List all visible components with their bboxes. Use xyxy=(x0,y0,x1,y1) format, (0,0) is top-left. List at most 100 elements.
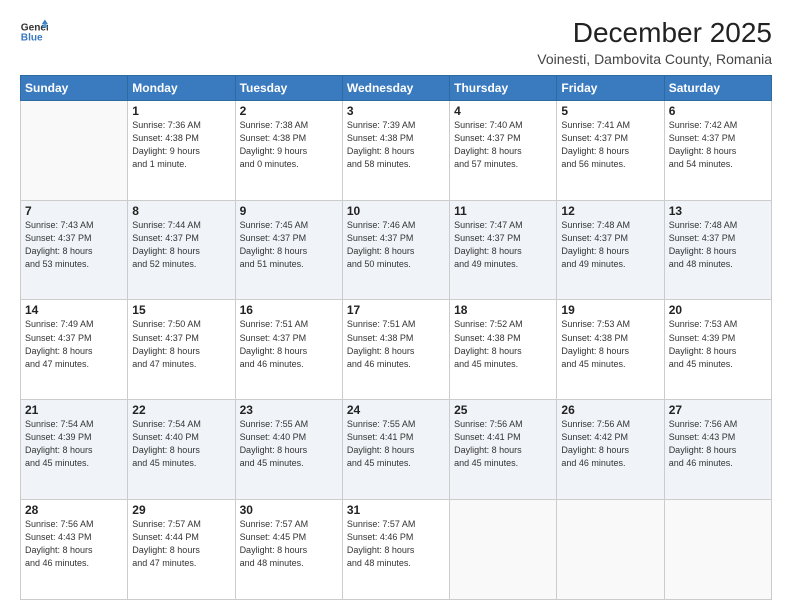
day-info: Sunrise: 7:44 AM Sunset: 4:37 PM Dayligh… xyxy=(132,219,230,271)
day-info: Sunrise: 7:53 AM Sunset: 4:38 PM Dayligh… xyxy=(561,318,659,370)
calendar-header-row: SundayMondayTuesdayWednesdayThursdayFrid… xyxy=(21,75,772,100)
day-number: 7 xyxy=(25,204,123,218)
day-number: 14 xyxy=(25,303,123,317)
day-info: Sunrise: 7:36 AM Sunset: 4:38 PM Dayligh… xyxy=(132,119,230,171)
calendar-cell: 11Sunrise: 7:47 AM Sunset: 4:37 PM Dayli… xyxy=(450,200,557,300)
day-number: 10 xyxy=(347,204,445,218)
calendar-week-1: 1Sunrise: 7:36 AM Sunset: 4:38 PM Daylig… xyxy=(21,100,772,200)
calendar-cell: 26Sunrise: 7:56 AM Sunset: 4:42 PM Dayli… xyxy=(557,400,664,500)
calendar-cell xyxy=(664,500,771,600)
day-number: 25 xyxy=(454,403,552,417)
calendar-cell: 18Sunrise: 7:52 AM Sunset: 4:38 PM Dayli… xyxy=(450,300,557,400)
day-info: Sunrise: 7:50 AM Sunset: 4:37 PM Dayligh… xyxy=(132,318,230,370)
day-number: 30 xyxy=(240,503,338,517)
header: General Blue December 2025 Voinesti, Dam… xyxy=(20,18,772,67)
day-number: 19 xyxy=(561,303,659,317)
day-number: 2 xyxy=(240,104,338,118)
calendar-cell xyxy=(21,100,128,200)
day-info: Sunrise: 7:51 AM Sunset: 4:37 PM Dayligh… xyxy=(240,318,338,370)
day-number: 24 xyxy=(347,403,445,417)
day-number: 13 xyxy=(669,204,767,218)
day-info: Sunrise: 7:56 AM Sunset: 4:43 PM Dayligh… xyxy=(669,418,767,470)
day-number: 21 xyxy=(25,403,123,417)
day-info: Sunrise: 7:56 AM Sunset: 4:43 PM Dayligh… xyxy=(25,518,123,570)
calendar-cell: 29Sunrise: 7:57 AM Sunset: 4:44 PM Dayli… xyxy=(128,500,235,600)
day-number: 18 xyxy=(454,303,552,317)
logo: General Blue xyxy=(20,18,48,46)
day-number: 11 xyxy=(454,204,552,218)
day-info: Sunrise: 7:46 AM Sunset: 4:37 PM Dayligh… xyxy=(347,219,445,271)
day-number: 22 xyxy=(132,403,230,417)
calendar-cell: 24Sunrise: 7:55 AM Sunset: 4:41 PM Dayli… xyxy=(342,400,449,500)
day-info: Sunrise: 7:49 AM Sunset: 4:37 PM Dayligh… xyxy=(25,318,123,370)
day-number: 26 xyxy=(561,403,659,417)
day-info: Sunrise: 7:57 AM Sunset: 4:46 PM Dayligh… xyxy=(347,518,445,570)
day-header-monday: Monday xyxy=(128,75,235,100)
day-number: 12 xyxy=(561,204,659,218)
day-header-wednesday: Wednesday xyxy=(342,75,449,100)
day-info: Sunrise: 7:52 AM Sunset: 4:38 PM Dayligh… xyxy=(454,318,552,370)
calendar-cell: 31Sunrise: 7:57 AM Sunset: 4:46 PM Dayli… xyxy=(342,500,449,600)
day-header-sunday: Sunday xyxy=(21,75,128,100)
calendar-cell xyxy=(557,500,664,600)
day-info: Sunrise: 7:54 AM Sunset: 4:39 PM Dayligh… xyxy=(25,418,123,470)
title-block: December 2025 Voinesti, Dambovita County… xyxy=(537,18,772,67)
subtitle: Voinesti, Dambovita County, Romania xyxy=(537,51,772,67)
calendar-cell: 10Sunrise: 7:46 AM Sunset: 4:37 PM Dayli… xyxy=(342,200,449,300)
svg-text:Blue: Blue xyxy=(21,33,43,44)
day-info: Sunrise: 7:53 AM Sunset: 4:39 PM Dayligh… xyxy=(669,318,767,370)
calendar-week-5: 28Sunrise: 7:56 AM Sunset: 4:43 PM Dayli… xyxy=(21,500,772,600)
day-header-friday: Friday xyxy=(557,75,664,100)
day-number: 27 xyxy=(669,403,767,417)
calendar-cell: 28Sunrise: 7:56 AM Sunset: 4:43 PM Dayli… xyxy=(21,500,128,600)
calendar-cell: 22Sunrise: 7:54 AM Sunset: 4:40 PM Dayli… xyxy=(128,400,235,500)
calendar-week-2: 7Sunrise: 7:43 AM Sunset: 4:37 PM Daylig… xyxy=(21,200,772,300)
day-info: Sunrise: 7:57 AM Sunset: 4:45 PM Dayligh… xyxy=(240,518,338,570)
day-info: Sunrise: 7:47 AM Sunset: 4:37 PM Dayligh… xyxy=(454,219,552,271)
calendar-cell: 2Sunrise: 7:38 AM Sunset: 4:38 PM Daylig… xyxy=(235,100,342,200)
day-info: Sunrise: 7:48 AM Sunset: 4:37 PM Dayligh… xyxy=(669,219,767,271)
day-number: 31 xyxy=(347,503,445,517)
day-info: Sunrise: 7:41 AM Sunset: 4:37 PM Dayligh… xyxy=(561,119,659,171)
day-info: Sunrise: 7:48 AM Sunset: 4:37 PM Dayligh… xyxy=(561,219,659,271)
calendar-cell: 15Sunrise: 7:50 AM Sunset: 4:37 PM Dayli… xyxy=(128,300,235,400)
calendar-cell: 4Sunrise: 7:40 AM Sunset: 4:37 PM Daylig… xyxy=(450,100,557,200)
calendar-cell: 9Sunrise: 7:45 AM Sunset: 4:37 PM Daylig… xyxy=(235,200,342,300)
day-number: 3 xyxy=(347,104,445,118)
day-info: Sunrise: 7:39 AM Sunset: 4:38 PM Dayligh… xyxy=(347,119,445,171)
calendar-cell: 3Sunrise: 7:39 AM Sunset: 4:38 PM Daylig… xyxy=(342,100,449,200)
calendar-cell: 17Sunrise: 7:51 AM Sunset: 4:38 PM Dayli… xyxy=(342,300,449,400)
calendar-cell: 8Sunrise: 7:44 AM Sunset: 4:37 PM Daylig… xyxy=(128,200,235,300)
calendar-table: SundayMondayTuesdayWednesdayThursdayFrid… xyxy=(20,75,772,600)
day-info: Sunrise: 7:55 AM Sunset: 4:40 PM Dayligh… xyxy=(240,418,338,470)
day-info: Sunrise: 7:51 AM Sunset: 4:38 PM Dayligh… xyxy=(347,318,445,370)
day-info: Sunrise: 7:38 AM Sunset: 4:38 PM Dayligh… xyxy=(240,119,338,171)
day-info: Sunrise: 7:56 AM Sunset: 4:41 PM Dayligh… xyxy=(454,418,552,470)
day-info: Sunrise: 7:54 AM Sunset: 4:40 PM Dayligh… xyxy=(132,418,230,470)
calendar-cell: 5Sunrise: 7:41 AM Sunset: 4:37 PM Daylig… xyxy=(557,100,664,200)
page: General Blue December 2025 Voinesti, Dam… xyxy=(0,0,792,612)
day-number: 6 xyxy=(669,104,767,118)
calendar-cell xyxy=(450,500,557,600)
calendar-cell: 7Sunrise: 7:43 AM Sunset: 4:37 PM Daylig… xyxy=(21,200,128,300)
calendar-cell: 1Sunrise: 7:36 AM Sunset: 4:38 PM Daylig… xyxy=(128,100,235,200)
day-number: 23 xyxy=(240,403,338,417)
calendar-cell: 27Sunrise: 7:56 AM Sunset: 4:43 PM Dayli… xyxy=(664,400,771,500)
day-header-saturday: Saturday xyxy=(664,75,771,100)
main-title: December 2025 xyxy=(537,18,772,49)
day-header-tuesday: Tuesday xyxy=(235,75,342,100)
day-number: 17 xyxy=(347,303,445,317)
day-info: Sunrise: 7:40 AM Sunset: 4:37 PM Dayligh… xyxy=(454,119,552,171)
day-number: 9 xyxy=(240,204,338,218)
day-info: Sunrise: 7:43 AM Sunset: 4:37 PM Dayligh… xyxy=(25,219,123,271)
day-number: 20 xyxy=(669,303,767,317)
calendar-cell: 13Sunrise: 7:48 AM Sunset: 4:37 PM Dayli… xyxy=(664,200,771,300)
day-info: Sunrise: 7:57 AM Sunset: 4:44 PM Dayligh… xyxy=(132,518,230,570)
calendar-cell: 14Sunrise: 7:49 AM Sunset: 4:37 PM Dayli… xyxy=(21,300,128,400)
calendar-cell: 19Sunrise: 7:53 AM Sunset: 4:38 PM Dayli… xyxy=(557,300,664,400)
day-info: Sunrise: 7:56 AM Sunset: 4:42 PM Dayligh… xyxy=(561,418,659,470)
day-info: Sunrise: 7:42 AM Sunset: 4:37 PM Dayligh… xyxy=(669,119,767,171)
calendar-cell: 6Sunrise: 7:42 AM Sunset: 4:37 PM Daylig… xyxy=(664,100,771,200)
day-number: 5 xyxy=(561,104,659,118)
day-number: 4 xyxy=(454,104,552,118)
